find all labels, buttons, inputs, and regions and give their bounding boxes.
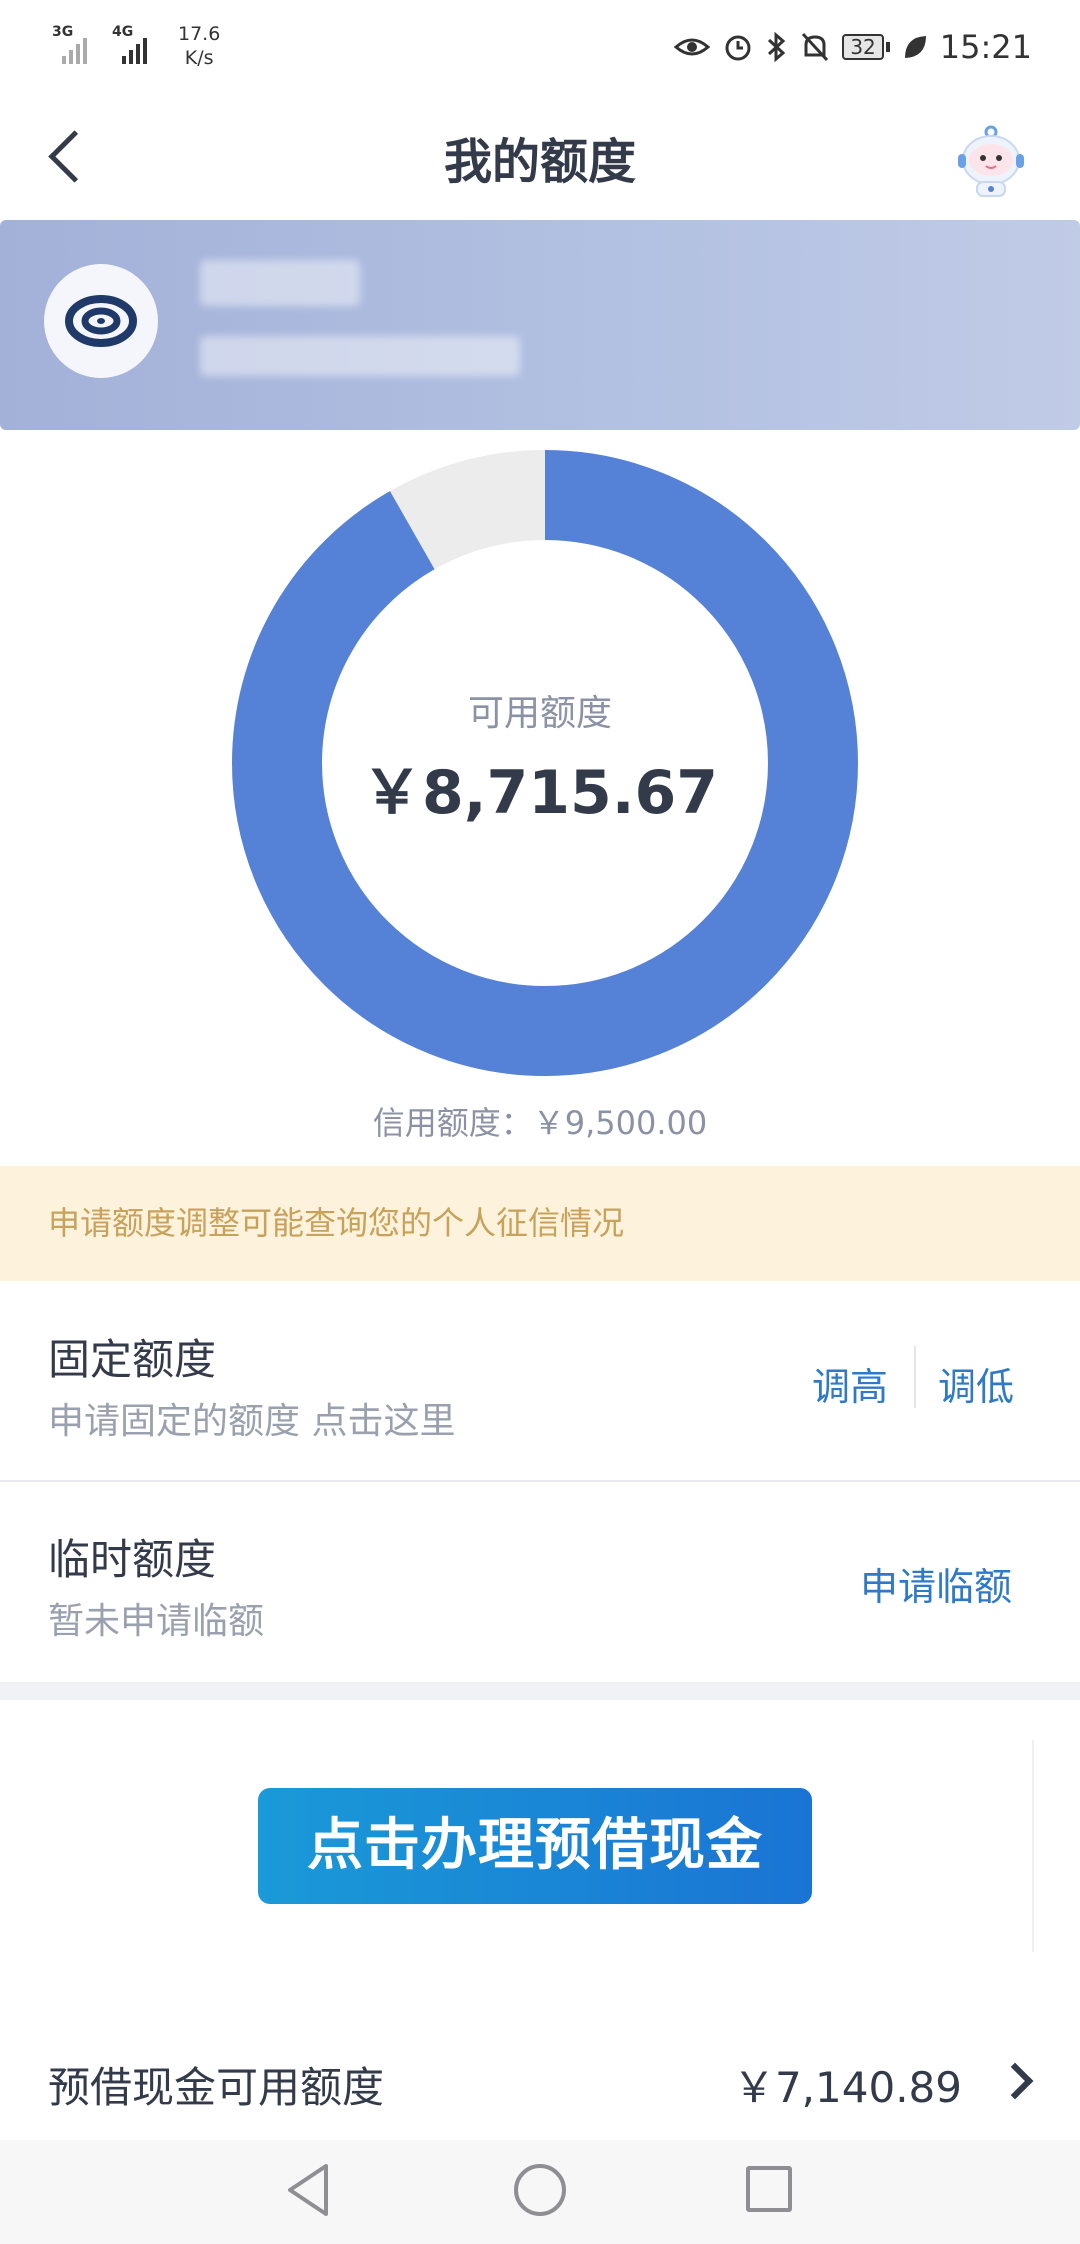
network-speed-unit: K/s <box>184 47 214 69</box>
button-divider <box>914 1346 916 1408</box>
system-nav-bar <box>0 2140 1080 2244</box>
network-speed: 17.6 K/s <box>178 22 220 70</box>
cash-advance-label: 预借现金可用额度 <box>48 2063 385 2112</box>
network-speed-value: 17.6 <box>178 23 221 45</box>
status-bar: 3G 4G 17.6 K/s 32 15:21 <box>0 0 1080 100</box>
battery-icon: 32 <box>842 34 890 60</box>
nav-header: 我的额度 <box>0 100 1080 220</box>
bluetooth-icon <box>768 31 786 63</box>
temp-quota-title: 临时额度 <box>48 1535 217 1584</box>
available-quota-value: ￥8,715.67 <box>361 758 719 828</box>
status-right: 32 15:21 <box>674 28 1032 66</box>
nav-home-icon[interactable] <box>514 2164 566 2216</box>
temp-quota-row[interactable]: 临时额度 暂未申请临额 申请临额 <box>0 1482 1080 1682</box>
battery-level: 32 <box>842 34 884 60</box>
lower-quota-button[interactable]: 调低 <box>938 1356 1014 1411</box>
nav-back-icon[interactable] <box>284 2162 332 2218</box>
masked-card-number <box>200 336 520 376</box>
cash-advance-row[interactable]: 预借现金可用额度 ￥7,140.89 <box>0 2020 1080 2140</box>
apply-temp-quota-button[interactable]: 申请临额 <box>860 1556 1012 1611</box>
clock: 15:21 <box>939 28 1032 66</box>
available-quota-label: 可用额度 <box>467 693 612 734</box>
fixed-quota-subtitle[interactable]: 申请固定的额度 点击这里 <box>48 1392 455 1444</box>
raise-quota-button[interactable]: 调高 <box>812 1356 888 1411</box>
cash-advance-promo-button[interactable]: 点击办理预借现金 <box>258 1788 812 1904</box>
fixed-quota-row[interactable]: 固定额度 申请固定的额度 点击这里 调高 调低 <box>0 1282 1080 1482</box>
signal-4g-icon: 4G <box>112 22 160 66</box>
temp-quota-subtitle: 暂未申请临额 <box>48 1601 265 1642</box>
bank-logo <box>44 264 158 378</box>
status-left: 3G 4G 17.6 K/s <box>52 22 220 70</box>
fixed-quota-title: 固定额度 <box>48 1335 217 1384</box>
leaf-icon <box>904 36 926 58</box>
eye-comfort-icon <box>674 38 711 56</box>
cash-advance-value: ￥7,140.89 <box>732 2063 962 2112</box>
masked-card-name <box>200 260 360 306</box>
page-title: 我的额度 <box>443 134 636 190</box>
signal-3g-icon: 3G <box>52 22 100 66</box>
nav-recent-apps-icon[interactable] <box>746 2166 792 2212</box>
bank-card-banner <box>0 220 1080 430</box>
credit-check-notice: 申请额度调整可能查询您的个人征信情况 <box>0 1166 1080 1281</box>
section-gap <box>0 1682 1080 1700</box>
promo-divider <box>1032 1740 1034 1952</box>
chevron-right-icon <box>996 2062 1034 2100</box>
assistant-robot-icon[interactable] <box>950 120 1032 202</box>
credit-limit: 信用额度：￥9,500.00 <box>372 1104 708 1142</box>
alarm-icon <box>725 35 751 61</box>
bank-logo-icon <box>65 295 137 347</box>
mute-icon <box>802 32 829 62</box>
